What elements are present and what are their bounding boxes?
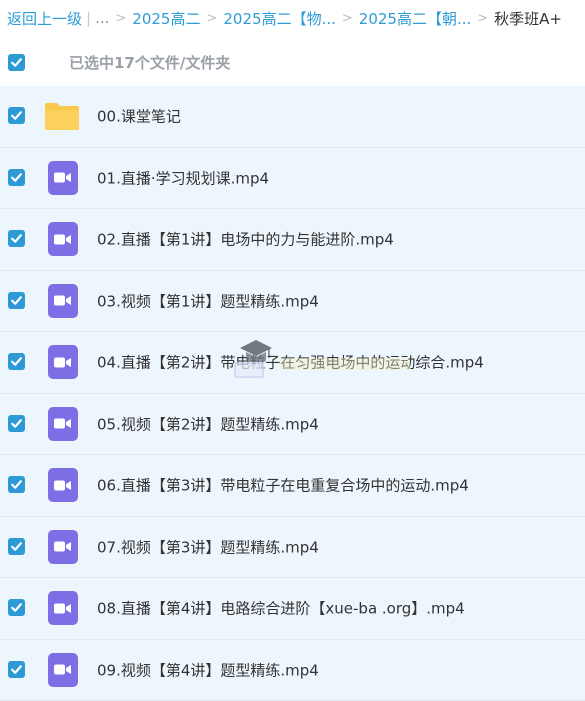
file-checkbox[interactable] [8,292,25,309]
file-row[interactable]: 02.直播【第1讲】电场中的力与能进阶.mp4 [0,209,585,271]
file-row[interactable]: 09.视频【第4讲】题型精练.mp4 [0,640,585,701]
file-type-icon [44,591,80,625]
video-camera-icon [54,171,72,184]
checkmark-icon [10,355,23,368]
chevron-right-icon: > [115,11,126,26]
file-type-icon [44,222,80,256]
file-name[interactable]: 09.视频【第4讲】题型精练.mp4 [97,659,319,680]
file-row[interactable]: 03.视频【第1讲】题型精练.mp4 [0,271,585,333]
video-file-icon [48,407,78,441]
file-name[interactable]: 04.直播【第2讲】带电粒子在匀强电场中的运动综合.mp4 [97,352,484,373]
chevron-right-icon: > [206,11,217,26]
video-camera-icon [54,663,72,676]
file-type-icon [44,99,80,133]
video-camera-icon [54,540,72,553]
file-type-icon [44,345,80,379]
checkmark-icon [10,601,23,614]
file-name[interactable]: 02.直播【第1讲】电场中的力与能进阶.mp4 [97,229,394,250]
chevron-right-icon: > [477,11,488,26]
file-checkbox[interactable] [8,476,25,493]
file-type-icon [44,530,80,564]
file-name[interactable]: 06.直播【第3讲】带电粒子在电重复合场中的运动.mp4 [97,475,469,496]
file-name[interactable]: 03.视频【第1讲】题型精练.mp4 [97,290,319,311]
video-file-icon [48,468,78,502]
breadcrumb-divider: | [86,9,91,27]
file-row[interactable]: 05.视频【第2讲】题型精练.mp4 [0,394,585,456]
video-file-icon [48,530,78,564]
file-checkbox[interactable] [8,661,25,678]
file-row[interactable]: 01.直播·学习规划课.mp4 [0,148,585,210]
back-link[interactable]: 返回上一级 [7,8,82,29]
file-checkbox[interactable] [8,415,25,432]
file-row[interactable]: 06.直播【第3讲】带电粒子在电重复合场中的运动.mp4 [0,455,585,517]
file-name[interactable]: 01.直播·学习规划课.mp4 [97,167,269,188]
checkmark-icon [10,417,23,430]
file-checkbox[interactable] [8,353,25,370]
file-checkbox[interactable] [8,538,25,555]
video-camera-icon [54,479,72,492]
file-row[interactable]: 07.视频【第3讲】题型精练.mp4 [0,517,585,579]
select-all-checkbox[interactable] [8,54,25,71]
video-camera-icon [54,356,72,369]
file-checkbox[interactable] [8,599,25,616]
selection-summary: 已选中17个文件/文件夹 [69,52,230,73]
checkmark-icon [10,294,23,307]
file-type-icon [44,468,80,502]
video-file-icon [48,161,78,195]
file-row[interactable]: 00.课堂笔记 [0,86,585,148]
checkmark-icon [10,232,23,245]
breadcrumb-item[interactable]: 2025高二 [132,8,200,29]
breadcrumb-item[interactable]: 2025高二【朝... [359,8,471,29]
video-file-icon [48,345,78,379]
file-name[interactable]: 05.视频【第2讲】题型精练.mp4 [97,413,319,434]
file-row[interactable]: 04.直播【第2讲】带电粒子在匀强电场中的运动综合.mp4 [0,332,585,394]
video-file-icon [48,653,78,687]
video-camera-icon [54,294,72,307]
video-camera-icon [54,233,72,246]
file-type-icon [44,161,80,195]
select-all-bar: 已选中17个文件/文件夹 [0,42,585,82]
file-type-icon [44,284,80,318]
chevron-right-icon: > [342,11,353,26]
breadcrumb-item[interactable]: 2025高二【物... [223,8,335,29]
file-type-icon [44,407,80,441]
file-name[interactable]: 07.视频【第3讲】题型精练.mp4 [97,536,319,557]
video-file-icon [48,222,78,256]
video-file-icon [48,591,78,625]
video-file-icon [48,284,78,318]
file-checkbox[interactable] [8,169,25,186]
folder-icon [44,101,80,131]
breadcrumb-ellipsis[interactable]: ... [95,9,109,27]
file-list: 00.课堂笔记 01.直播·学习规划课.mp4 02.直播【第1讲】电场中的力与… [0,86,585,701]
breadcrumb-current: 秋季班A+ [494,8,562,29]
video-camera-icon [54,602,72,615]
file-name[interactable]: 00.课堂笔记 [97,106,181,127]
file-checkbox[interactable] [8,230,25,247]
file-row[interactable]: 08.直播【第4讲】电路综合进阶【xue-ba .org】.mp4 [0,578,585,640]
checkmark-icon [10,663,23,676]
checkmark-icon [10,171,23,184]
file-name[interactable]: 08.直播【第4讲】电路综合进阶【xue-ba .org】.mp4 [97,598,465,619]
checkmark-icon [10,540,23,553]
checkmark-icon [10,478,23,491]
file-type-icon [44,653,80,687]
breadcrumb: 返回上一级 | ... > 2025高二 > 2025高二【物... > 202… [0,0,585,36]
file-checkbox[interactable] [8,107,25,124]
checkmark-icon [10,56,23,69]
checkmark-icon [10,109,23,122]
video-camera-icon [54,417,72,430]
